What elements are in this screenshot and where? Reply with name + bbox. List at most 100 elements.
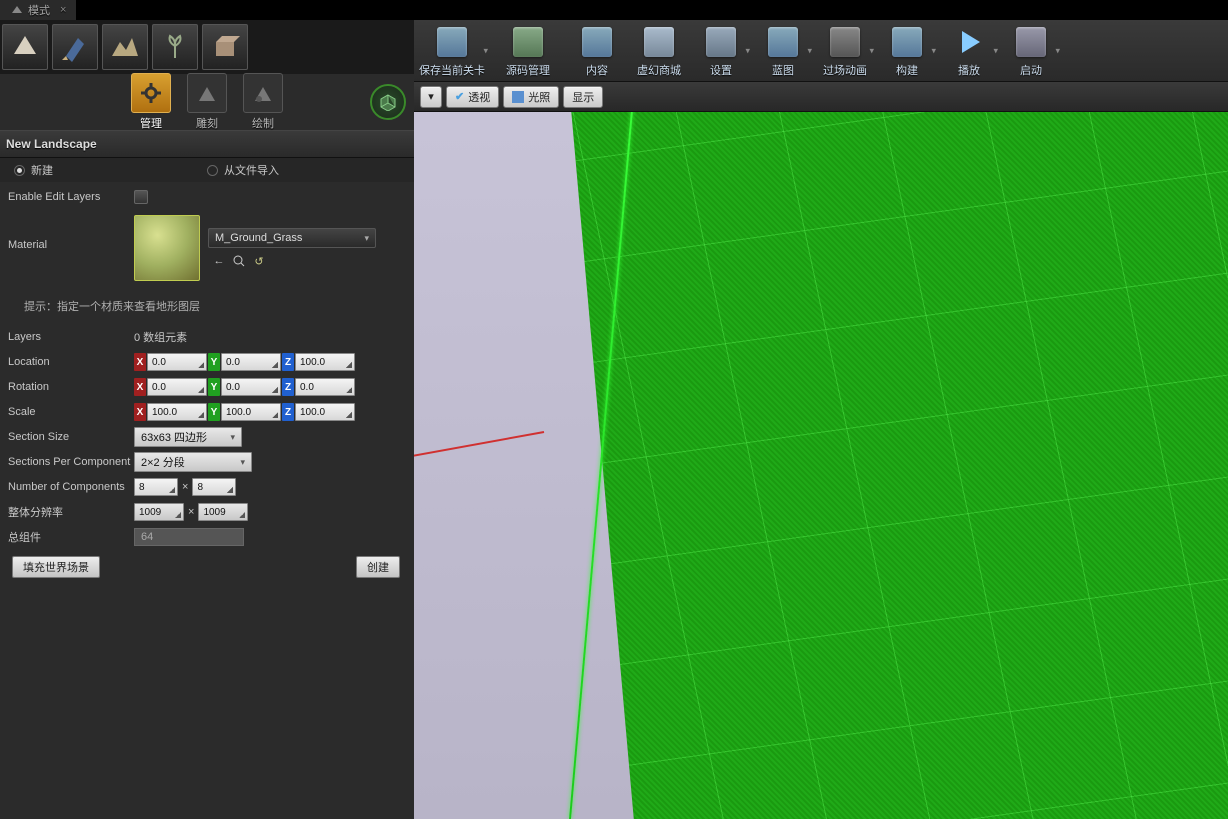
subtab-manage[interactable]: 管理 (125, 73, 177, 131)
mode-paint[interactable] (52, 24, 98, 70)
toolbar-launch[interactable]: 启动▾ (1000, 20, 1062, 81)
tab-bar: 模式 × (0, 0, 1228, 20)
toolbar-content[interactable]: 内容 (566, 20, 628, 81)
chevron-down-icon[interactable]: ▾ (745, 45, 750, 56)
chevron-down-icon[interactable]: ▾ (869, 45, 874, 56)
subtab-sculpt[interactable]: 雕刻 (181, 73, 233, 131)
axis-z-icon: Z (282, 403, 294, 421)
axis-z-icon: Z (282, 353, 294, 371)
arrow-back-icon[interactable]: ← (212, 254, 226, 268)
radio-dot-icon (207, 165, 218, 176)
label-total-components: 总组件 (6, 529, 134, 545)
radio-create[interactable]: 新建 (14, 162, 207, 178)
chevron-down-icon[interactable]: ▾ (1055, 45, 1060, 56)
subtab-paint[interactable]: 绘制 (237, 73, 289, 131)
chevron-down-icon[interactable]: ▾ (483, 45, 488, 56)
label-material: Material (6, 215, 134, 251)
fill-world-button[interactable]: 填充世界场景 (12, 556, 100, 578)
landscape-properties: Enable Edit Layers Material M_Ground_Gra… (0, 182, 414, 819)
build-icon (892, 27, 922, 57)
location-y-field[interactable]: 0.0 (221, 353, 281, 371)
subtab-label: 雕刻 (196, 115, 218, 131)
label-sections-per-component: Sections Per Component (6, 456, 134, 468)
settings-icon (706, 27, 736, 57)
viewport-viewmode-dropdown[interactable]: 光照 (503, 86, 559, 108)
radio-import[interactable]: 从文件导入 (207, 162, 400, 178)
mode-landscape[interactable] (102, 24, 148, 70)
content-icon (582, 27, 612, 57)
section-header-new-landscape: New Landscape (0, 130, 414, 158)
save-icon (437, 27, 467, 57)
scale-x-field[interactable]: 100.0 (147, 403, 207, 421)
cube-icon (379, 93, 397, 111)
source-control-icon (513, 27, 543, 57)
sections-per-component-dropdown[interactable]: 2×2 分段 (134, 452, 252, 472)
tab-close-icon[interactable]: × (60, 4, 66, 16)
rotation-z-field[interactable]: 0.0 (295, 378, 355, 396)
paint-icon (251, 81, 275, 105)
multiply-label: × (186, 506, 196, 518)
label-number-of-components: Number of Components (6, 481, 134, 493)
reset-icon[interactable]: ↺ (252, 254, 266, 268)
label-scale: Scale (6, 406, 134, 418)
scale-y-field[interactable]: 100.0 (221, 403, 281, 421)
landscape-gizmo-button[interactable] (370, 84, 406, 120)
location-x-field[interactable]: 0.0 (147, 353, 207, 371)
mode-place[interactable] (2, 24, 48, 70)
radio-label: 新建 (31, 162, 53, 178)
num-components-y-field[interactable]: 8 (192, 478, 236, 496)
toolbar-blueprints[interactable]: 蓝图▾ (752, 20, 814, 81)
launch-icon (1016, 27, 1046, 57)
toolbar-save[interactable]: 保存当前关卡▾ (414, 20, 490, 81)
label-layers: Layers (6, 331, 134, 343)
rotation-y-field[interactable]: 0.0 (221, 378, 281, 396)
axis-x-icon: X (134, 403, 146, 421)
num-components-x-field[interactable]: 8 (134, 478, 178, 496)
rotation-x-field[interactable]: 0.0 (147, 378, 207, 396)
viewport-options-dropdown[interactable]: ▾ (420, 86, 442, 108)
material-dropdown[interactable]: M_Ground_Grass (208, 228, 376, 248)
material-thumbnail[interactable] (134, 215, 200, 281)
section-size-dropdown[interactable]: 63x63 四边形 (134, 427, 242, 447)
panel-tab-modes[interactable]: 模式 × (0, 0, 76, 20)
chevron-down-icon[interactable]: ▾ (931, 45, 936, 56)
total-components-value: 64 (134, 528, 244, 546)
sculpt-icon (195, 81, 219, 105)
material-name: M_Ground_Grass (215, 232, 302, 244)
resolution-y-field[interactable]: 1009 (198, 503, 248, 521)
resolution-x-field[interactable]: 1009 (134, 503, 184, 521)
toolbar-marketplace[interactable]: 虚幻商城 (628, 20, 690, 81)
material-hint: 提示：指定一个材质来查看地形图层 (6, 288, 408, 324)
modes-tab-icon (10, 3, 24, 17)
gear-icon (139, 81, 163, 105)
scale-z-field[interactable]: 100.0 (295, 403, 355, 421)
viewport-show-dropdown[interactable]: 显示 (563, 86, 603, 108)
label-overall-resolution: 整体分辨率 (6, 504, 134, 520)
toolbar-cinematics[interactable]: 过场动画▾ (814, 20, 876, 81)
axis-x-icon: X (134, 378, 146, 396)
mode-mesh[interactable] (202, 24, 248, 70)
level-viewport[interactable]: ▾ ✔透视 光照 显示 (414, 82, 1228, 819)
check-icon: ✔ (455, 90, 464, 103)
landscape-subtabs: 管理 雕刻 绘制 (0, 74, 414, 130)
right-area: 保存当前关卡▾ 源码管理 内容 虚幻商城 设置▾ 蓝图▾ 过场动画▾ 构建▾ 播… (414, 20, 1228, 819)
location-z-field[interactable]: 100.0 (295, 353, 355, 371)
label-location: Location (6, 356, 134, 368)
checkbox-enable-edit-layers[interactable] (134, 190, 148, 204)
search-icon[interactable] (232, 254, 246, 268)
chevron-down-icon[interactable]: ▾ (993, 45, 998, 56)
cinematics-icon (830, 27, 860, 57)
chevron-down-icon[interactable]: ▾ (807, 45, 812, 56)
tab-title: 模式 (28, 2, 50, 18)
cube-icon (512, 91, 524, 103)
toolbar-settings[interactable]: 设置▾ (690, 20, 752, 81)
main-toolbar: 保存当前关卡▾ 源码管理 内容 虚幻商城 设置▾ 蓝图▾ 过场动画▾ 构建▾ 播… (414, 20, 1228, 82)
viewport-perspective-dropdown[interactable]: ✔透视 (446, 86, 499, 108)
mode-foliage[interactable] (152, 24, 198, 70)
toolbar-source-control[interactable]: 源码管理 (490, 20, 566, 81)
axis-z-icon: Z (282, 378, 294, 396)
toolbar-build[interactable]: 构建▾ (876, 20, 938, 81)
label-enable-edit-layers: Enable Edit Layers (6, 191, 134, 203)
create-landscape-button[interactable]: 创建 (356, 556, 400, 578)
toolbar-play[interactable]: 播放▾ (938, 20, 1000, 81)
